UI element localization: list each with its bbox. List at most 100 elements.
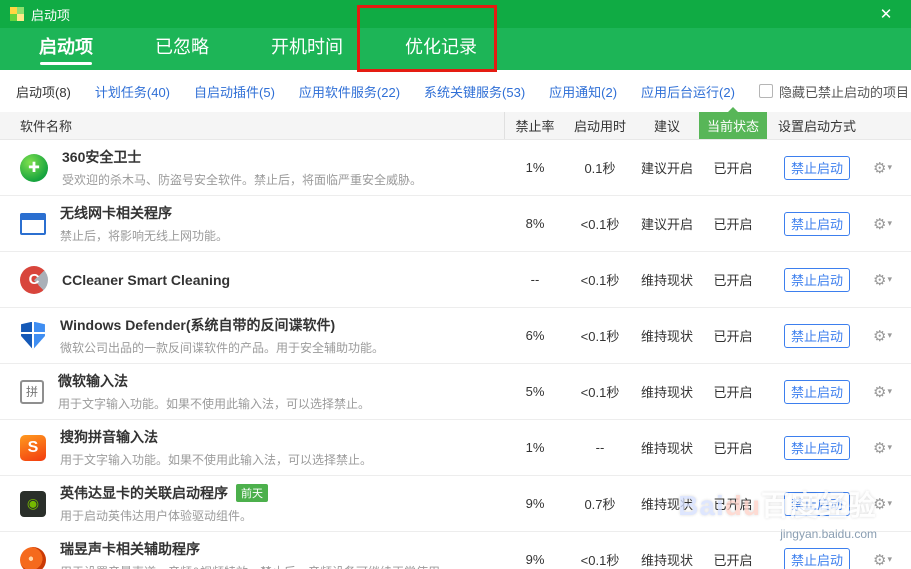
ban-rate-value: 9%	[525, 552, 545, 567]
software-text: 微软输入法 用于文字输入功能。如果不使用此输入法，可以选择禁止。	[58, 371, 370, 412]
nvidia-icon	[20, 490, 46, 517]
app-name: 瑞昱声卡相关辅助程序	[60, 541, 200, 557]
filter-item[interactable]: 应用软件服务(22)	[299, 82, 400, 101]
ban-rate-value: 1%	[525, 160, 545, 175]
header-boot-time: 启动用时	[573, 119, 626, 134]
status-value: 已开启	[713, 161, 753, 176]
title-bar: 启动项 ✕	[0, 0, 911, 28]
gear-icon: ⚙	[873, 495, 887, 513]
forbid-startup-button[interactable]: 禁止启动	[784, 547, 850, 569]
startup-mode-menu[interactable]: ⚙ ▾	[867, 495, 911, 513]
app-name: 英伟达显卡的关联启动程序	[60, 485, 228, 501]
startup-mode-menu[interactable]: ⚙ ▾	[867, 215, 911, 233]
startup-mode-menu[interactable]: ⚙ ▾	[867, 551, 911, 569]
software-cell: 搜狗拼音输入法 用于文字输入功能。如果不使用此输入法，可以选择禁止。	[0, 427, 505, 468]
filter-item[interactable]: 系统关键服务(53)	[424, 82, 525, 101]
app-description: 禁止后，将影响无线上网功能。	[60, 229, 229, 243]
action-cell: 禁止启动	[767, 547, 867, 569]
realtek-audio-icon	[20, 546, 46, 569]
app-name: 无线网卡相关程序	[60, 205, 172, 221]
gear-icon: ⚙	[873, 215, 887, 233]
gear-icon: ⚙	[873, 383, 887, 401]
app-description: 用于启动英伟达用户体验驱动组件。	[60, 509, 253, 523]
filter-item[interactable]: 应用后台运行(2)	[641, 82, 735, 101]
forbid-startup-button[interactable]: 禁止启动	[784, 211, 850, 236]
app-description: 受欢迎的杀木马、防盗号安全软件。禁止后，将面临严重安全威胁。	[62, 173, 423, 187]
table-row: 搜狗拼音输入法 用于文字输入功能。如果不使用此输入法，可以选择禁止。 1% --…	[0, 420, 911, 476]
filter-bar: 启动项(8) 计划任务(40) 自启动插件(5) 应用软件服务(22) 系统关键服务(5…	[16, 82, 759, 101]
suggestion-value: 建议开启	[640, 161, 693, 176]
filter-item[interactable]: 计划任务(40)	[95, 82, 170, 101]
startup-mode-menu[interactable]: ⚙ ▾	[867, 327, 911, 345]
ban-rate-value: 8%	[525, 216, 545, 231]
app-name: CCleaner Smart Cleaning	[62, 271, 231, 288]
filter-item[interactable]: 应用通知(2)	[549, 82, 617, 101]
tab[interactable]: 优化记录	[402, 26, 480, 70]
chevron-down-icon: ▾	[887, 218, 892, 228]
app-name: 360安全卫士	[62, 149, 142, 165]
boot-time-value: <0.1秒	[580, 217, 620, 232]
forbid-startup-button[interactable]: 禁止启动	[784, 491, 850, 516]
filter-item[interactable]: 启动项(8)	[16, 82, 71, 101]
tab[interactable]: 已忽略	[152, 26, 212, 70]
suggestion-value: 维持现状	[640, 553, 693, 568]
software-cell: Windows Defender(系统自带的反间谍软件) 微软公司出品的一款反间…	[0, 315, 505, 356]
gear-icon: ⚙	[873, 159, 887, 177]
ban-rate-value: --	[530, 272, 540, 287]
table-row: 微软输入法 用于文字输入功能。如果不使用此输入法，可以选择禁止。 5% <0.1…	[0, 364, 911, 420]
startup-mode-menu[interactable]: ⚙ ▾	[867, 383, 911, 401]
gear-icon: ⚙	[873, 271, 887, 289]
app-name: Windows Defender(系统自带的反间谍软件)	[60, 317, 336, 333]
software-text: CCleaner Smart Cleaning	[62, 272, 230, 288]
ccleaner-icon	[20, 265, 48, 294]
software-text: 无线网卡相关程序 禁止后，将影响无线上网功能。	[60, 203, 228, 244]
app-description: 用于文字输入功能。如果不使用此输入法，可以选择禁止。	[58, 397, 371, 411]
software-cell: 微软输入法 用于文字输入功能。如果不使用此输入法，可以选择禁止。	[0, 371, 505, 412]
action-cell: 禁止启动	[767, 267, 867, 292]
boot-time-value: 0.1秒	[584, 161, 616, 176]
chevron-down-icon: ▾	[887, 386, 892, 396]
startup-mode-menu[interactable]: ⚙ ▾	[867, 159, 911, 177]
action-cell: 禁止启动	[767, 379, 867, 404]
360-security-icon	[20, 153, 48, 182]
software-text: 英伟达显卡的关联启动程序 前天 用于启动英伟达用户体验驱动组件。	[60, 483, 268, 524]
boot-time-value: <0.1秒	[580, 385, 620, 400]
filter-row: 启动项(8) 计划任务(40) 自启动插件(5) 应用软件服务(22) 系统关键服务(5…	[0, 70, 911, 112]
app-description: 用于文字输入功能。如果不使用此输入法，可以选择禁止。	[60, 453, 373, 467]
tab-bar: 启动项 已忽略 开机时间 优化记录	[0, 28, 911, 70]
ban-rate-value: 9%	[525, 496, 545, 511]
hide-disabled-toggle[interactable]: 隐藏已禁止启动的项目	[758, 82, 909, 101]
gear-icon: ⚙	[873, 327, 887, 345]
startup-manager-window: 启动项 ✕ 启动项 已忽略 开机时间 优化记录 启动项(8) 计划任务(40) 自启动插件…	[0, 0, 911, 569]
status-value: 已开启	[713, 329, 753, 344]
startup-mode-menu[interactable]: ⚙ ▾	[867, 439, 911, 457]
boot-time-value: <0.1秒	[580, 553, 620, 568]
table-row: Windows Defender(系统自带的反间谍软件) 微软公司出品的一款反间…	[0, 308, 911, 364]
hide-disabled-checkbox[interactable]	[758, 84, 773, 98]
app-logo-icon	[10, 7, 24, 21]
filter-item[interactable]: 自启动插件(5)	[194, 82, 275, 101]
startup-mode-menu[interactable]: ⚙ ▾	[867, 271, 911, 289]
tab[interactable]: 启动项	[36, 26, 96, 70]
chevron-down-icon: ▾	[887, 274, 892, 284]
close-icon[interactable]: ✕	[871, 5, 901, 23]
suggestion-value: 维持现状	[640, 329, 693, 344]
forbid-startup-button[interactable]: 禁止启动	[784, 267, 850, 292]
app-description: 微软公司出品的一款反间谍软件的产品。用于安全辅助功能。	[60, 341, 385, 355]
forbid-startup-button[interactable]: 禁止启动	[784, 379, 850, 404]
forbid-startup-button[interactable]: 禁止启动	[784, 323, 850, 348]
forbid-startup-button[interactable]: 禁止启动	[784, 435, 850, 460]
suggestion-value: 维持现状	[640, 441, 693, 456]
status-value: 已开启	[713, 553, 753, 568]
suggestion-value: 维持现状	[640, 385, 693, 400]
ban-rate-value: 6%	[525, 328, 545, 343]
hide-disabled-label: 隐藏已禁止启动的项目	[778, 84, 909, 100]
status-value: 已开启	[713, 385, 753, 400]
network-adapter-icon	[20, 212, 46, 235]
tab[interactable]: 开机时间	[268, 26, 346, 70]
forbid-startup-button[interactable]: 禁止启动	[784, 155, 850, 180]
software-text: 瑞昱声卡相关辅助程序 用于设置音量声道、音频&视频特效，禁止后，音频设备可继续正…	[60, 539, 452, 569]
software-cell: 无线网卡相关程序 禁止后，将影响无线上网功能。	[0, 203, 505, 244]
gear-icon: ⚙	[873, 551, 887, 569]
chevron-down-icon: ▾	[887, 162, 892, 172]
